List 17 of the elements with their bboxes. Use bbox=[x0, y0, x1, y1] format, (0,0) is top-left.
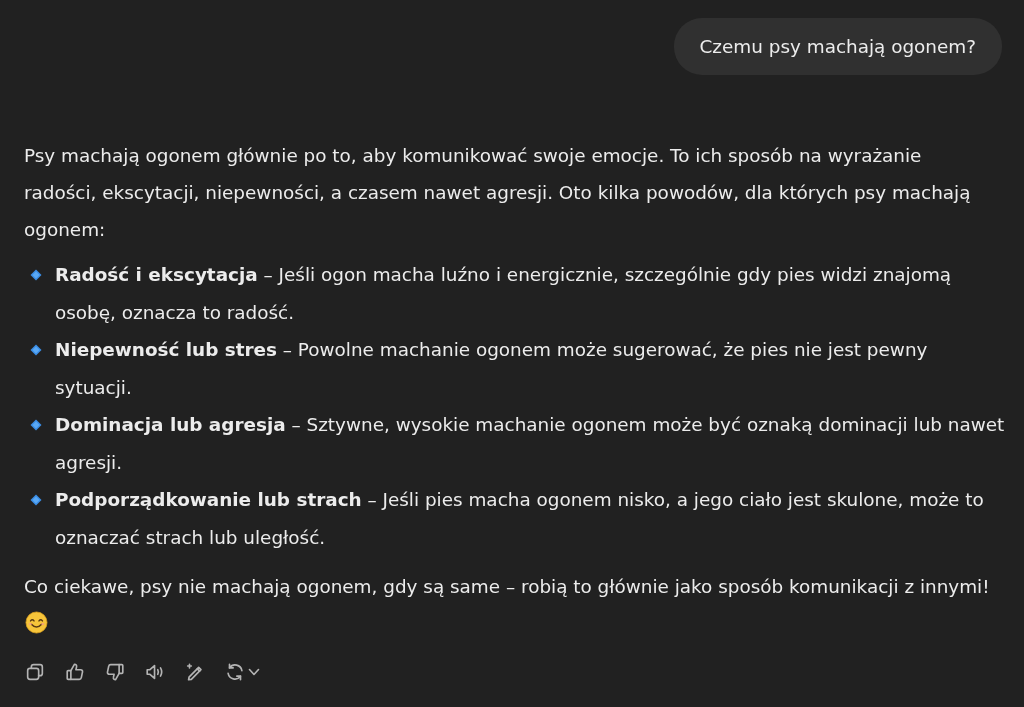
list-item-text: Podporządkowanie lub strach – Jeśli pies macha ogonem nisko, a jego ciało jest skulone, może to oznaczać strach lub uległość. bbox=[55, 488, 985, 550]
user-message: Czemu psy machają ogonem? bbox=[673, 18, 1002, 75]
response-paragraph: Co ciekawe, psy nie machają ogonem, gdy są same – robią to głównie jako sposób komunikacji z innymi! bbox=[24, 576, 990, 597]
chevron-down-icon bbox=[248, 668, 260, 676]
thumbs-up-icon bbox=[64, 661, 86, 683]
smiling-face-icon bbox=[25, 611, 48, 634]
diamond-bullet-icon bbox=[30, 343, 42, 356]
refresh-icon bbox=[224, 661, 246, 683]
thumbs-down-icon bbox=[104, 661, 126, 683]
list-item-text: Radość i ekscytacja – Jeśli ogon macha luźno i energicznie, szczególnie gdy pies widzi znajomą osobę, oznacza to radość. bbox=[55, 263, 953, 325]
list-item-text: Niepewność lub stres – Powolne machanie ogonem może sugerować, że pies nie jest pewny sytuacji. bbox=[55, 338, 929, 400]
response-paragraph: Psy machają ogonem głównie po to, aby komunikować swoje emocje. To ich sposób na wyrażanie radości, ekscytacji, niepewności, a czasem nawet agresji. Oto kilka powodów, dla których psy machają ogonem: bbox=[24, 144, 972, 242]
diamond-bullet-icon bbox=[30, 268, 42, 281]
diamond-bullet-icon bbox=[30, 493, 42, 506]
copy-icon bbox=[24, 661, 46, 683]
list-item-text: Dominacja lub agresja – Sztywne, wysokie machanie ogonem może być oznaką dominacji lub nawet agresji. bbox=[55, 413, 1006, 475]
diamond-bullet-icon bbox=[30, 418, 42, 431]
